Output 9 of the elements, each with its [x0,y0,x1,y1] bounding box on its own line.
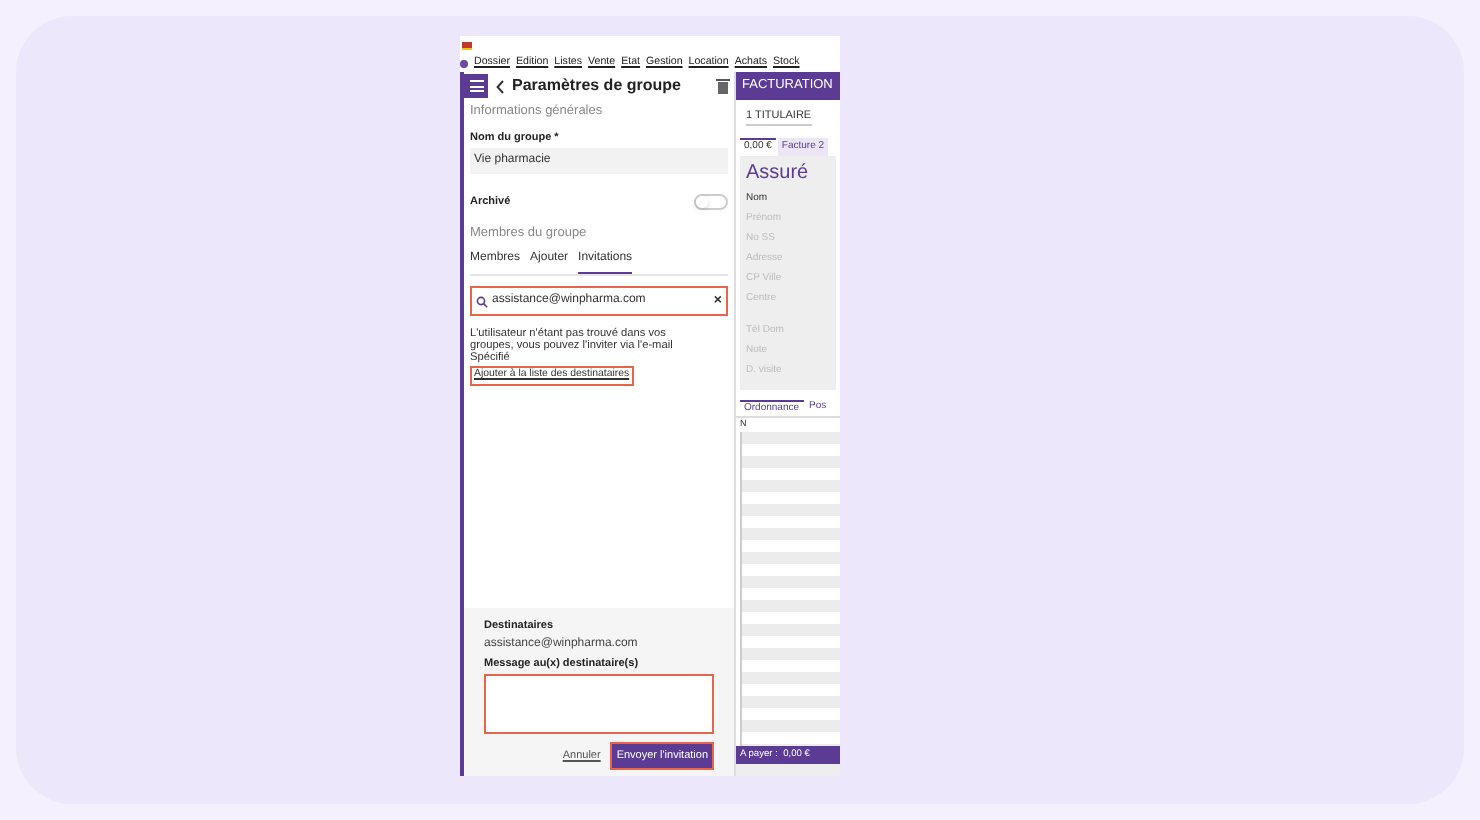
message-field[interactable] [484,673,714,734]
card-title: Assuré [746,159,811,187]
menu-button[interactable] [464,74,488,98]
back-icon[interactable] [496,79,504,93]
panel-title: Paramètres de groupe [512,74,683,98]
app-logo-icon [462,42,472,50]
trash-icon[interactable] [716,78,730,94]
archive-toggle[interactable] [694,194,728,211]
search-icon [476,295,488,307]
